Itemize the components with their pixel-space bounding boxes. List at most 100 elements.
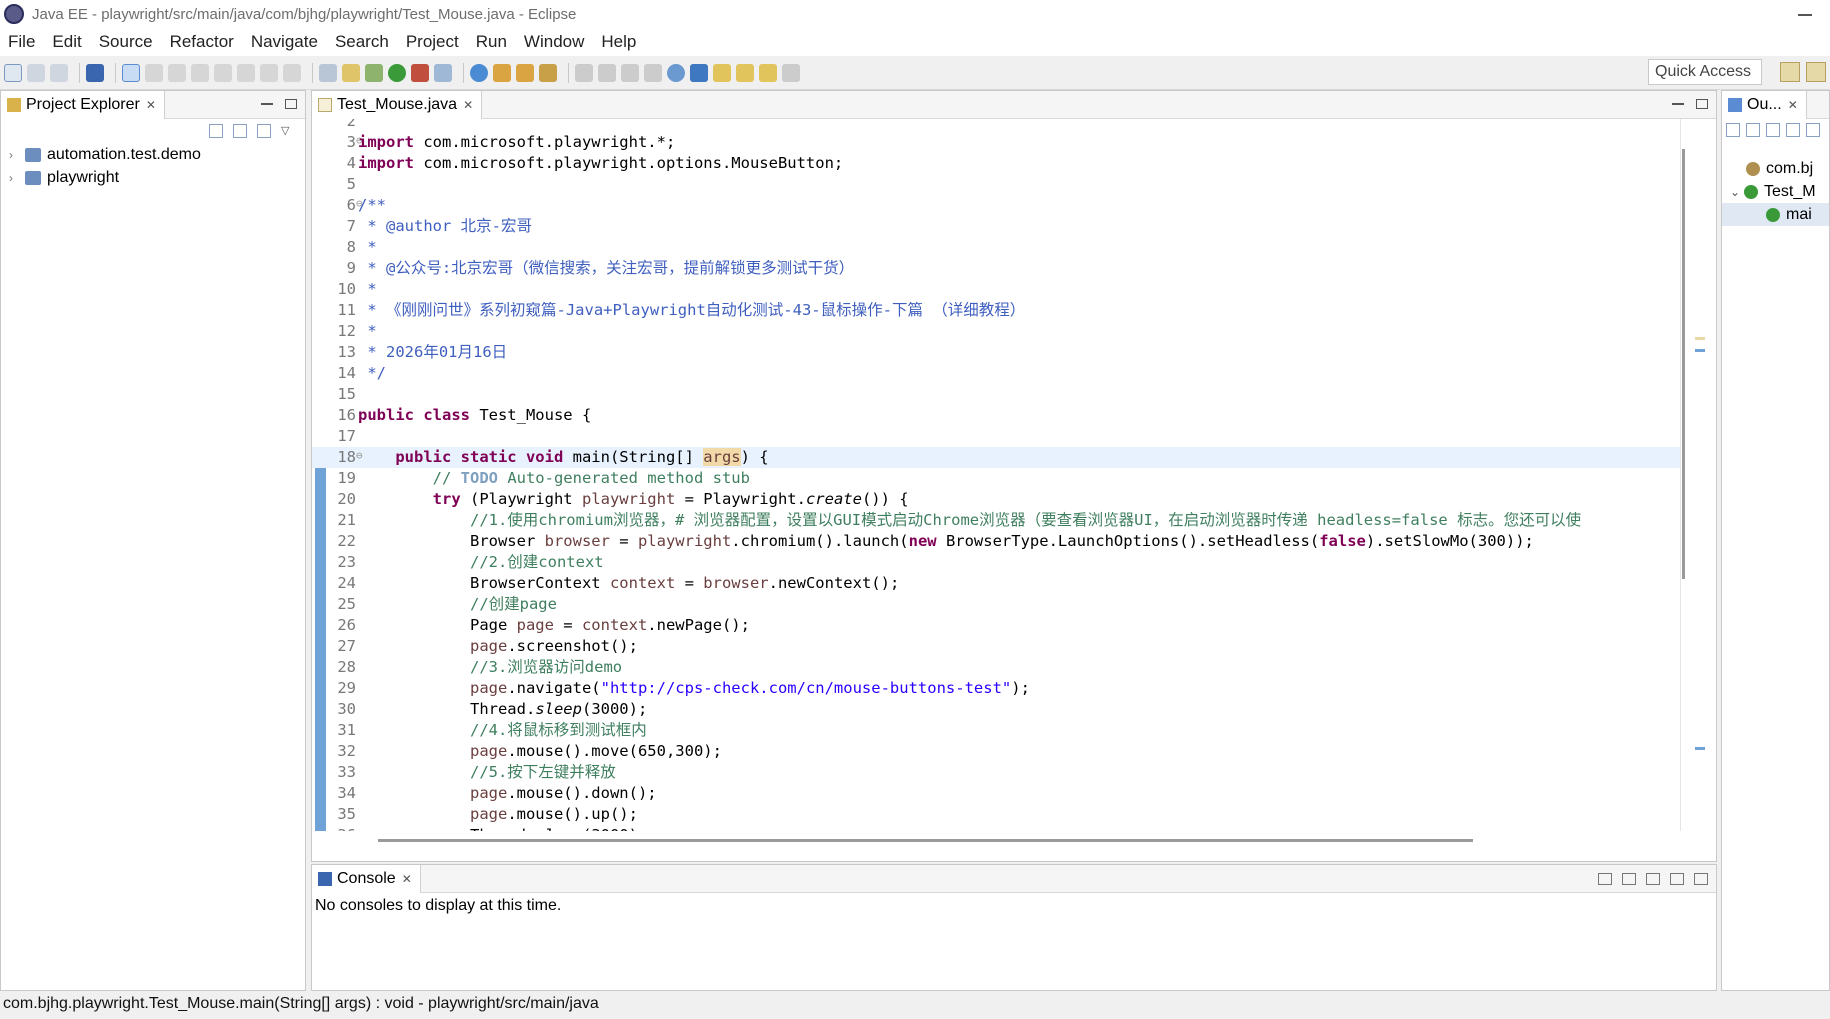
skip-breakpoints-icon[interactable] xyxy=(342,63,360,82)
menu-source[interactable]: Source xyxy=(99,32,153,52)
chevron-down-icon[interactable]: ⌄ xyxy=(1730,185,1744,199)
annotation-icon[interactable] xyxy=(598,63,616,82)
menu-refactor[interactable]: Refactor xyxy=(170,32,234,52)
code-line[interactable]: 26 Page page = context.newPage(); xyxy=(312,615,1682,636)
terminate-icon[interactable] xyxy=(191,63,209,82)
code-line[interactable]: 11 * 《刚刚问世》系列初窥篇-Java+Playwright自动化测试-43… xyxy=(312,300,1682,321)
suspend-icon[interactable] xyxy=(168,63,186,82)
close-icon[interactable]: ✕ xyxy=(463,98,473,112)
menu-edit[interactable]: Edit xyxy=(52,32,81,52)
step-into-icon[interactable] xyxy=(237,63,255,82)
code-line[interactable]: 12 * xyxy=(312,321,1682,342)
tab-test-mouse-java[interactable]: Test_Mouse.java ✕ xyxy=(312,90,483,119)
open-console-icon[interactable] xyxy=(1646,873,1660,885)
search-icon[interactable] xyxy=(539,63,557,82)
link-with-editor-icon[interactable] xyxy=(233,124,247,138)
code-line[interactable]: 10 * xyxy=(312,279,1682,300)
code-line[interactable]: 28 //3.浏览器访问demo xyxy=(312,657,1682,678)
code-line[interactable]: 33 //5.按下左键并释放 xyxy=(312,762,1682,783)
close-icon[interactable]: ✕ xyxy=(1788,98,1798,112)
display-console-icon[interactable] xyxy=(1622,873,1636,885)
code-line[interactable]: 17 xyxy=(312,426,1682,447)
hide-fields-icon[interactable] xyxy=(1746,123,1760,137)
maximize-icon[interactable] xyxy=(285,99,297,109)
resume-icon[interactable] xyxy=(145,63,163,82)
code-line[interactable]: 2 xyxy=(312,119,1682,132)
back-icon[interactable] xyxy=(759,63,777,82)
code-line[interactable]: 27 page.screenshot(); xyxy=(312,636,1682,657)
close-icon[interactable]: ✕ xyxy=(402,872,412,886)
code-line[interactable]: 20 try (Playwright playwright = Playwrig… xyxy=(312,489,1682,510)
code-line[interactable]: 7 * @author 北京-宏哥 xyxy=(312,216,1682,237)
outline-item[interactable]: com.bj xyxy=(1722,157,1829,180)
code-line[interactable]: 21 //1.使用chromium浏览器，# 浏览器配置，设置以GUI模式启动C… xyxy=(312,510,1682,531)
code-line[interactable]: 6 ⊖/** xyxy=(312,195,1682,216)
code-line[interactable]: 29 page.navigate("http://cps-check.com/c… xyxy=(312,678,1682,699)
close-icon[interactable]: ✕ xyxy=(146,98,156,112)
disconnect-icon[interactable] xyxy=(214,63,232,82)
code-line[interactable]: 13 * 2026年01月16日 xyxy=(312,342,1682,363)
save-all-icon[interactable] xyxy=(50,63,68,82)
task-icon[interactable] xyxy=(319,63,337,82)
tree-item[interactable]: › playwright xyxy=(1,166,305,189)
menu-help[interactable]: Help xyxy=(601,32,636,52)
maximize-icon[interactable] xyxy=(1696,99,1708,109)
code-line[interactable]: 30 Thread.sleep(3000); xyxy=(312,699,1682,720)
run-icon[interactable] xyxy=(388,63,406,82)
select-tool-icon[interactable] xyxy=(122,63,140,82)
debug-icon[interactable] xyxy=(365,63,383,82)
step-return-icon[interactable] xyxy=(283,63,301,82)
outline-item[interactable]: mai xyxy=(1722,203,1829,226)
menu-search[interactable]: Search xyxy=(335,32,389,52)
overview-marker[interactable] xyxy=(1695,747,1705,750)
open-console-icon[interactable] xyxy=(86,63,104,82)
pin-console-icon[interactable] xyxy=(1598,873,1612,885)
code-line[interactable]: 9 * @公众号:北京宏哥（微信搜索，关注宏哥，提前解锁更多测试干货） xyxy=(312,258,1682,279)
tab-console[interactable]: Console ✕ xyxy=(312,864,421,893)
step-over-icon[interactable] xyxy=(260,63,278,82)
toggle-mark-icon[interactable] xyxy=(575,63,593,82)
menu-navigate[interactable]: Navigate xyxy=(251,32,318,52)
code-line[interactable]: 23 //2.创建context xyxy=(312,552,1682,573)
minimize-icon[interactable] xyxy=(1672,103,1684,105)
open-perspective-icon[interactable] xyxy=(1780,62,1800,82)
menu-file[interactable]: File xyxy=(8,32,35,52)
code-line[interactable]: 16 public class Test_Mouse { xyxy=(312,405,1682,426)
code-line[interactable]: 18 ⊖ public static void main(String[] arg… xyxy=(312,447,1682,468)
next-annotation-icon[interactable] xyxy=(713,63,731,82)
new-package-icon[interactable] xyxy=(493,63,511,82)
code-line[interactable]: 4 import com.microsoft.playwright.options… xyxy=(312,153,1682,174)
code-line[interactable]: 15 xyxy=(312,384,1682,405)
whitespace-icon[interactable] xyxy=(644,63,662,82)
tab-project-explorer[interactable]: Project Explorer ✕ xyxy=(1,90,165,119)
sort-icon[interactable] xyxy=(1726,123,1740,137)
outline-item[interactable]: ⌄ Test_M xyxy=(1722,180,1829,203)
hide-static-icon[interactable] xyxy=(1766,123,1780,137)
code-line[interactable]: 35 page.mouse().up(); xyxy=(312,804,1682,825)
minimize-icon[interactable] xyxy=(1670,873,1684,885)
chevron-right-icon[interactable]: › xyxy=(9,171,19,185)
new-icon[interactable] xyxy=(4,63,22,82)
minimize-window-button[interactable] xyxy=(1798,14,1812,16)
tab-outline[interactable]: Ou... ✕ xyxy=(1722,90,1807,119)
code-line[interactable]: 3 ⊖ import com.microsoft.playwright.*; xyxy=(312,132,1682,153)
overview-marker[interactable] xyxy=(1695,349,1705,352)
code-line[interactable]: 5 xyxy=(312,174,1682,195)
block-selection-icon[interactable] xyxy=(621,63,639,82)
code-line[interactable]: 8 * xyxy=(312,237,1682,258)
hide-non-public-icon[interactable] xyxy=(1786,123,1800,137)
save-icon[interactable] xyxy=(27,63,45,82)
code-line[interactable]: 24 BrowserContext context = browser.newC… xyxy=(312,573,1682,594)
minimize-icon[interactable] xyxy=(261,103,273,105)
view-menu-icon[interactable]: ▽ xyxy=(281,124,295,138)
coverage-icon[interactable] xyxy=(411,63,429,82)
menu-window[interactable]: Window xyxy=(524,32,584,52)
hide-local-types-icon[interactable] xyxy=(1806,123,1820,137)
filter-icon[interactable] xyxy=(257,124,271,138)
code-line[interactable]: 22 Browser browser = playwright.chromium… xyxy=(312,531,1682,552)
forward-icon[interactable] xyxy=(782,63,800,82)
quick-access-input[interactable]: Quick Access xyxy=(1648,59,1762,85)
code-editor[interactable]: 2 3 ⊖ import com.microsoft.playwright.*; 4 im… xyxy=(312,119,1682,831)
code-line[interactable]: 25 //创建page xyxy=(312,594,1682,615)
chevron-right-icon[interactable]: › xyxy=(9,148,19,162)
